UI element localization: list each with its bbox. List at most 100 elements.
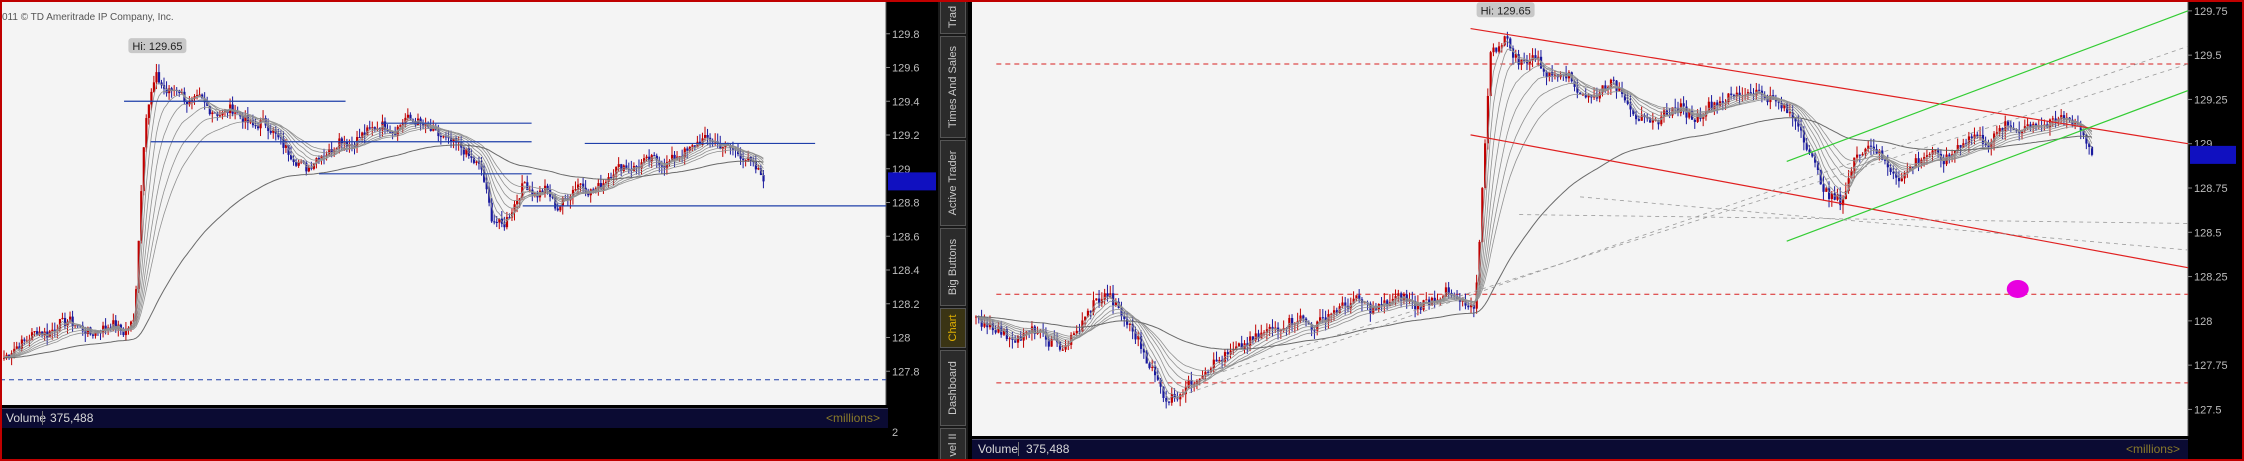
volume-separator bbox=[1018, 442, 1019, 456]
candle-body bbox=[211, 112, 214, 115]
last-price-tag bbox=[888, 172, 936, 191]
volume-value: 375,488 bbox=[1026, 442, 1070, 456]
candle-body bbox=[706, 134, 709, 138]
candle-body bbox=[1355, 295, 1358, 299]
candle-body bbox=[1604, 85, 1607, 89]
candle-body bbox=[1425, 299, 1428, 301]
candle-body bbox=[295, 162, 298, 166]
candle-body bbox=[231, 104, 234, 114]
candle-body bbox=[1302, 315, 1305, 319]
candle-body bbox=[617, 164, 620, 167]
y-tick-label: 129.4 bbox=[892, 96, 920, 108]
candle-body bbox=[1226, 352, 1229, 355]
y-tick-label: 129.75 bbox=[2194, 6, 2228, 18]
candle-body bbox=[1682, 103, 1685, 107]
candle-body bbox=[1721, 101, 1724, 103]
candle-body bbox=[1855, 154, 1859, 158]
plot-background bbox=[0, 0, 886, 405]
tab-trade[interactable]: Trad bbox=[940, 0, 966, 34]
y-tick-label: 128 bbox=[2194, 316, 2212, 328]
volume-value: 375,488 bbox=[50, 411, 94, 425]
candle-body bbox=[1995, 132, 1999, 134]
candle-body bbox=[150, 91, 153, 105]
volume-label: Volume bbox=[6, 411, 47, 425]
copyright-text: 011 © TD Ameritrade IP Company, Inc. bbox=[2, 12, 174, 23]
candle-body bbox=[691, 145, 694, 147]
volume-bar-right: Volume 375,488 <millions> bbox=[972, 439, 2188, 459]
candle-body bbox=[1612, 79, 1615, 81]
candle-body bbox=[1858, 154, 1861, 156]
candle-body bbox=[1492, 47, 1495, 53]
candle-body bbox=[475, 161, 478, 163]
tab-big-buttons[interactable]: Big Buttons bbox=[940, 228, 966, 306]
candle-body bbox=[1897, 177, 1901, 182]
candle-body bbox=[1167, 401, 1171, 403]
candle-body bbox=[523, 182, 526, 184]
candle-body bbox=[1651, 120, 1655, 123]
candle-body bbox=[2026, 124, 2029, 127]
candle-body bbox=[1822, 184, 1825, 192]
candle-body bbox=[1758, 89, 1761, 91]
candle-body bbox=[660, 165, 664, 167]
volume-separator bbox=[42, 411, 43, 425]
candle-body bbox=[155, 72, 158, 83]
candle-body bbox=[1151, 366, 1154, 368]
tab-chart[interactable]: Chart bbox=[940, 308, 966, 348]
high-label: Hi: 129.65 bbox=[132, 41, 182, 53]
candle-body bbox=[104, 325, 107, 329]
tab-times-and-sales[interactable]: Times And Sales bbox=[940, 36, 966, 138]
tab-level-ii[interactable]: vel II bbox=[940, 428, 966, 461]
candle-body bbox=[297, 162, 300, 166]
y-tick-label: 128.6 bbox=[892, 231, 920, 243]
candle-body bbox=[1730, 93, 1733, 95]
candle-body bbox=[307, 167, 310, 172]
y-tick-label: 128.75 bbox=[2194, 183, 2228, 195]
candle-body bbox=[439, 136, 443, 138]
candle-body bbox=[1148, 363, 1151, 368]
candle-body bbox=[1075, 330, 1078, 334]
candle-body bbox=[406, 114, 410, 118]
high-label: Hi: 129.65 bbox=[1481, 5, 1531, 17]
candle-body bbox=[371, 127, 374, 129]
y-tick-label: 128 bbox=[892, 333, 910, 345]
y-tick-label: 128.2 bbox=[892, 299, 920, 311]
candle-body bbox=[368, 127, 371, 129]
y-tick-label: 127.8 bbox=[892, 366, 920, 378]
candle-body bbox=[1447, 287, 1450, 293]
candle-body bbox=[1215, 359, 1218, 362]
candle-body bbox=[71, 316, 74, 326]
y-tick-label: 127.5 bbox=[2194, 404, 2222, 416]
candle-body bbox=[1344, 302, 1347, 306]
candle-body bbox=[1869, 145, 1873, 147]
left-price-chart[interactable]: 129.8129.6129.4129.2129128.8128.6128.412… bbox=[0, 0, 938, 461]
candle-body bbox=[61, 317, 64, 320]
candle-body bbox=[493, 221, 496, 223]
y-tick-label: 129.25 bbox=[2194, 94, 2228, 106]
right-price-chart[interactable]: 129.75129.5129.25129128.75128.5128.25128… bbox=[970, 0, 2240, 461]
y-tick-label: 127.75 bbox=[2194, 360, 2228, 372]
y-tick-label: 129.8 bbox=[892, 29, 920, 41]
candle-body bbox=[559, 206, 562, 211]
candle-body bbox=[1788, 112, 1792, 114]
candle-body bbox=[1900, 178, 1903, 182]
candle-body bbox=[742, 158, 745, 161]
tab-active-trader[interactable]: Active Trader bbox=[940, 140, 966, 226]
y-tick-label: 128.8 bbox=[892, 198, 920, 210]
candle-body bbox=[579, 183, 582, 185]
candle-body bbox=[340, 138, 344, 144]
candle-body bbox=[15, 346, 18, 349]
candle-body bbox=[1825, 188, 1828, 192]
marker-point bbox=[2006, 279, 2029, 298]
candle-body bbox=[1637, 119, 1641, 121]
volume-bar-left: Volume 375,488 <millions> bbox=[0, 408, 888, 428]
volume-units: <millions> bbox=[825, 411, 880, 425]
y-tick-label: 129.2 bbox=[892, 130, 920, 142]
candle-body bbox=[33, 331, 36, 333]
y-tick-label: 128.4 bbox=[892, 265, 920, 277]
candle-body bbox=[1165, 397, 1168, 402]
candle-body bbox=[1218, 359, 1221, 362]
candle-body bbox=[1170, 393, 1173, 403]
candle-body bbox=[91, 334, 95, 336]
candle-body bbox=[1313, 330, 1316, 332]
tab-dashboard[interactable]: Dashboard bbox=[940, 350, 966, 426]
